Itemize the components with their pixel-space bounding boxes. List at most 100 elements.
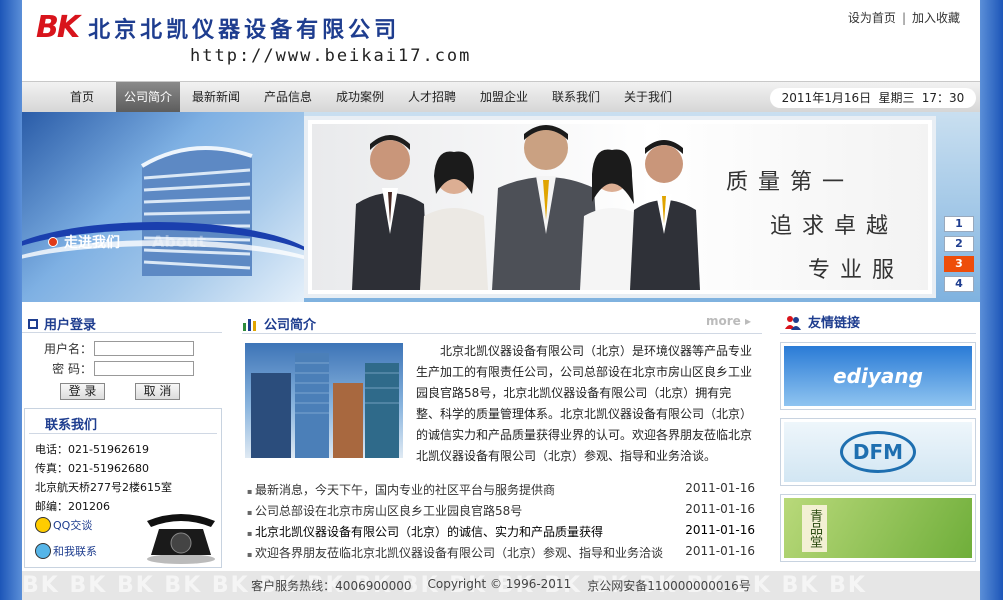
login-section-title: 用户登录 [28, 314, 96, 333]
password-input[interactable] [94, 361, 194, 376]
ediyang-banner: ediyang [784, 346, 972, 406]
wangwang-icon [35, 543, 51, 559]
building-banner: About 走进我们 [22, 112, 304, 302]
current-weekday: 星期三 [878, 91, 915, 105]
news-item[interactable]: 最新消息，今天下午，国内专业的社区平台与服务提供商 2011-01-16 [247, 481, 755, 498]
telephone-image [147, 514, 215, 564]
header: BK 北京北凯仪器设备有限公司 http://www.beikai17.com … [22, 0, 980, 80]
team-photo-frame: 质量第一 追求卓越 专业服务 [304, 116, 936, 298]
tea-banner: 青品堂 [784, 498, 972, 558]
company-name: 北京北凯仪器设备有限公司 [88, 17, 401, 43]
page: BK 北京北凯仪器设备有限公司 http://www.beikai17.com … [22, 0, 980, 600]
news-title: 最新消息，今天下午，国内专业的社区平台与服务提供商 [247, 481, 555, 498]
slogan-excellence: 追求卓越 [770, 214, 899, 239]
news-date: 2011-01-16 [685, 544, 755, 558]
nav-item-about-us[interactable]: 关于我们 [616, 82, 680, 112]
bar-chart-icon [243, 318, 256, 331]
username-row: 用户名： [42, 340, 194, 357]
intro-section-title: 公司简介 [242, 314, 316, 333]
username-label: 用户名： [43, 342, 92, 356]
password-row: 密 码： [42, 360, 194, 377]
cancel-button[interactable]: 取 消 [135, 383, 180, 400]
banner-page-4[interactable]: 4 [944, 276, 974, 292]
walk-in-label: 走进我们 [64, 235, 120, 251]
qq-chat-button[interactable]: QQ交谈 [35, 515, 99, 535]
contact-title: 联系我们 [45, 418, 98, 433]
tea-logo: 青品堂 [802, 504, 827, 552]
add-favorite-link[interactable]: 加入收藏 [912, 11, 960, 25]
banner-page-3[interactable]: 3 [944, 256, 974, 272]
intro-title: 公司简介 [264, 318, 317, 333]
intro-divider [242, 333, 762, 334]
nav-item-news[interactable]: 最新新闻 [184, 82, 248, 112]
news-item[interactable]: 公司总部设在北京市房山区良乡工业园良官路58号 2011-01-16 [247, 502, 755, 519]
team-photo: 质量第一 追求卓越 专业服务 [312, 124, 928, 290]
login-title: 用户登录 [44, 318, 97, 333]
city-buildings-image [245, 343, 403, 458]
site-url: http://www.beikai17.com [190, 46, 472, 66]
friend-links-divider [780, 333, 976, 334]
set-home-link[interactable]: 设为首页 [848, 11, 896, 25]
logo[interactable]: BK 北京北凯仪器设备有限公司 [36, 10, 400, 45]
contact-box: 联系我们 电话：021-51962619 传真：021-51962680 北京航… [24, 408, 222, 568]
login-button[interactable]: 登 录 [60, 383, 105, 400]
wangwang-button[interactable]: 和我联系 [35, 541, 99, 561]
top-links: 设为首页 | 加入收藏 [848, 9, 960, 26]
banner-page-2[interactable]: 2 [944, 236, 974, 252]
current-time: 17：30 [921, 91, 965, 105]
nav-item-home[interactable]: 首页 [52, 82, 112, 112]
footer: BK BK BK BK BK BK BK BK BK BK BK BK BK B… [22, 571, 980, 600]
more-link[interactable]: more ▸ [706, 314, 751, 328]
arrow-dot-icon [48, 237, 58, 247]
news-date: 2011-01-16 [685, 481, 755, 495]
contact-postcode: 邮编：201206 [35, 500, 110, 513]
contact-phone: 电话：021-51962619 [35, 443, 149, 456]
ediyang-logo: ediyang [833, 364, 923, 388]
friend-link-ediyang[interactable]: ediyang [780, 342, 976, 410]
footer-icp: 京公网安备110000000016号 [587, 579, 751, 593]
slogan-service: 专业服务 [808, 258, 905, 283]
footer-text: 客户服务热线：4006900000 Copyright © 1996-2011 … [251, 577, 751, 594]
username-input[interactable] [94, 341, 194, 356]
banner-page-1[interactable]: 1 [944, 216, 974, 232]
nav-item-about-company[interactable]: 公司简介 [116, 82, 180, 112]
qq-chat-label: QQ交谈 [53, 519, 93, 532]
friends-icon [785, 315, 801, 330]
dfm-logo: DFM [839, 431, 917, 473]
about-watermark: About [152, 232, 206, 251]
wangwang-label: 和我联系 [53, 545, 97, 558]
login-divider [22, 332, 222, 333]
news-title: 北京北凯仪器设备有限公司（北京）的诚信、实力和产品质量获得 [247, 523, 603, 540]
qq-penguin-icon [35, 517, 51, 533]
date-time-box: 2011年1月16日 星期三 17：30 [770, 88, 976, 108]
walk-in-link[interactable]: 走进我们 [48, 232, 120, 252]
nav-item-jobs[interactable]: 人才招聘 [400, 82, 464, 112]
dfm-banner: DFM [784, 422, 972, 482]
news-date: 2011-01-16 [685, 523, 755, 537]
news-title: 欢迎各界朋友莅临北京北凯仪器设备有限公司（北京）参观、指导和业务洽谈 [247, 544, 663, 561]
contact-divider [29, 433, 217, 434]
news-item[interactable]: 北京北凯仪器设备有限公司（北京）的诚信、实力和产品质量获得 2011-01-16 [247, 523, 755, 540]
contact-address: 北京航天桥277号2楼615室 [35, 481, 172, 494]
grid-square-icon [28, 318, 38, 329]
slogan-quality: 质量第一 [726, 170, 855, 195]
nav-item-products[interactable]: 产品信息 [256, 82, 320, 112]
footer-hotline: 客户服务热线：4006900000 [251, 579, 412, 593]
nav-item-contact[interactable]: 联系我们 [544, 82, 608, 112]
news-title: 公司总部设在北京市房山区良乡工业园良官路58号 [247, 502, 522, 519]
separator: | [901, 11, 906, 25]
intro-text: 北京北凯仪器设备有限公司（北京）是环境仪器等产品专业生产加工的有限责任公司，公司… [416, 344, 753, 463]
news-item[interactable]: 欢迎各界朋友莅临北京北凯仪器设备有限公司（北京）参观、指导和业务洽谈 2011-… [247, 544, 755, 561]
nav-item-partners[interactable]: 加盟企业 [472, 82, 536, 112]
friend-links-title: 友情链接 [808, 316, 861, 331]
current-date: 2011年1月16日 [781, 91, 872, 105]
main-nav: 首页 公司简介 最新新闻 产品信息 成功案例 人才招聘 加盟企业 联系我们 关于… [22, 81, 980, 112]
footer-copyright: Copyright © 1996-2011 [427, 577, 572, 591]
friend-link-dfm[interactable]: DFM [780, 418, 976, 486]
logo-mark: BK [36, 10, 80, 45]
friend-link-tea[interactable]: 青品堂 [780, 494, 976, 562]
nav-item-cases[interactable]: 成功案例 [328, 82, 392, 112]
friend-links-section-title: 友情链接 [784, 312, 860, 331]
banner: About 走进我们 质量第一 追求卓越 专业服 1 2 3 4 [22, 112, 980, 302]
news-date: 2011-01-16 [685, 502, 755, 516]
